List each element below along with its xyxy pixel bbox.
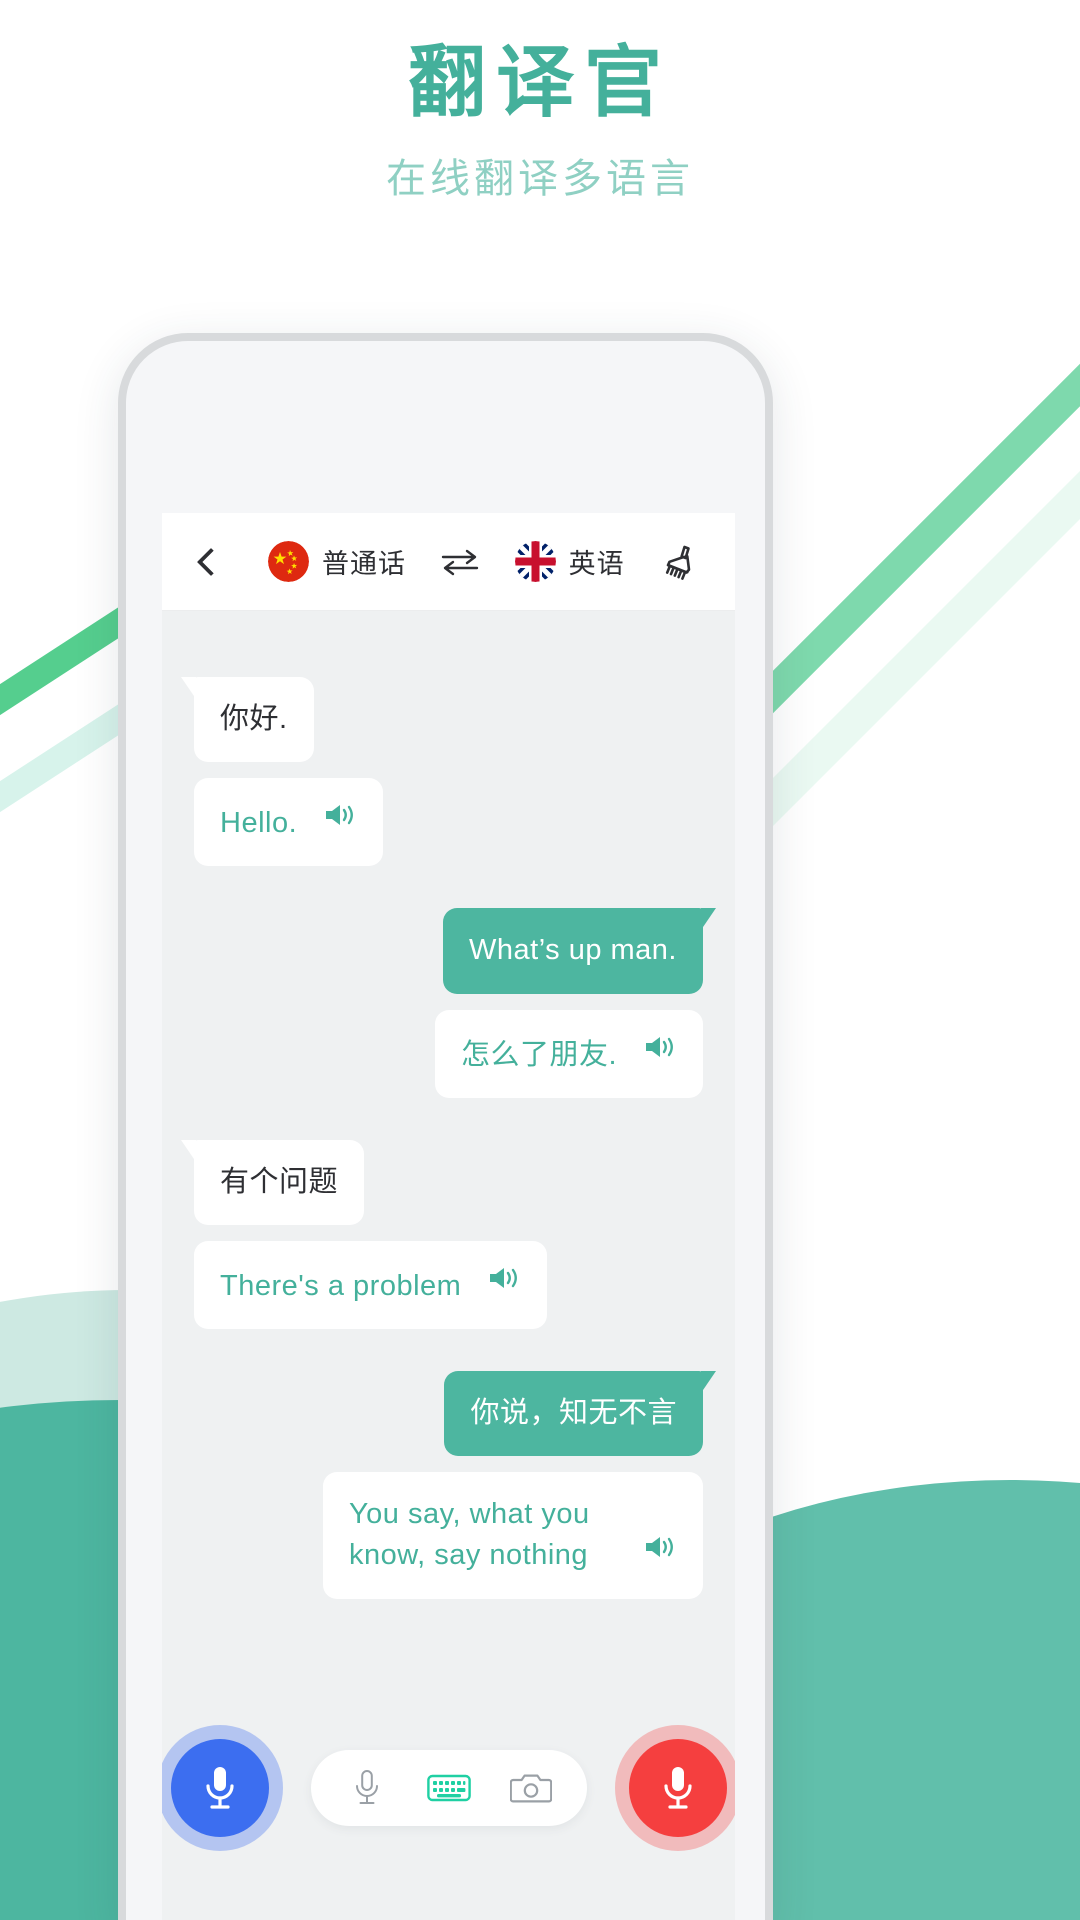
phone-power-button <box>770 626 773 726</box>
source-language-label: 普通话 <box>322 549 406 579</box>
source-bubble[interactable]: 你说，知无不言 <box>444 1371 716 1457</box>
translation-bubble[interactable]: Hello. <box>194 778 384 867</box>
swap-languages-button[interactable] <box>432 537 488 587</box>
translation-text: You say, what you know, say nothing <box>349 1498 590 1572</box>
source-bubble[interactable]: 有个问题 <box>180 1139 365 1225</box>
broom-icon <box>665 545 691 580</box>
message-group: What’s up man. 怎么了朋友. <box>194 908 716 1098</box>
message-group: 你好. Hello. <box>181 677 703 867</box>
phone-mockup: 普通话 英语 你好. Hello. What’s up man. 怎么了朋友. … <box>118 333 773 1920</box>
translation-bubble[interactable]: You say, what you know, say nothing <box>323 1472 703 1599</box>
input-mode-pill <box>310 1750 587 1826</box>
translation-bubble[interactable]: There's a problem <box>194 1240 548 1330</box>
hero-text-block: 翻译官 在线翻译多语言 <box>0 38 1080 204</box>
target-language-selector[interactable]: 英语 <box>514 541 625 582</box>
source-text: 你好. <box>220 703 288 735</box>
app-screen: 普通话 英语 你好. Hello. What’s up man. 怎么了朋友. … <box>162 513 735 1920</box>
message-group: 你说，知无不言 You say, what you know, say noth… <box>194 1371 716 1599</box>
translation-text: Hello. <box>220 807 298 840</box>
speaker-icon[interactable] <box>643 1032 677 1076</box>
chevron-left-icon <box>196 547 226 576</box>
keyboard-icon <box>426 1774 471 1802</box>
translation-bubble[interactable]: 怎么了朋友. <box>434 1009 703 1098</box>
china-flag-icon <box>268 541 309 582</box>
clear-chat-button[interactable] <box>651 533 709 591</box>
uk-flag-icon <box>514 541 556 582</box>
microphone-outline-icon <box>355 1770 378 1804</box>
page-subtitle: 在线翻译多语言 <box>386 156 694 201</box>
back-button[interactable] <box>188 532 234 592</box>
voice-input-button[interactable] <box>341 1762 393 1814</box>
source-bubble[interactable]: 你好. <box>181 677 314 763</box>
camera-input-button[interactable] <box>505 1762 557 1814</box>
phone-volume-down-button <box>118 761 121 876</box>
speaker-icon[interactable] <box>323 800 357 844</box>
record-source-button[interactable] <box>170 1739 269 1837</box>
camera-icon <box>509 1774 552 1803</box>
speaker-icon[interactable] <box>643 1532 677 1576</box>
app-topbar: 普通话 英语 <box>162 513 735 611</box>
source-text: 有个问题 <box>220 1165 339 1198</box>
record-target-button[interactable] <box>628 1739 727 1837</box>
source-text: What’s up man. <box>469 934 677 967</box>
phone-mute-switch <box>118 516 121 578</box>
microphone-icon <box>663 1767 692 1809</box>
phone-volume-up-button <box>118 623 121 738</box>
promo-screenshot: 翻译官 在线翻译多语言 普通话 英语 你好. Hello. What’s up … <box>0 0 1080 1920</box>
message-group: 有个问题 There's a problem <box>180 1139 703 1330</box>
speaker-icon[interactable] <box>487 1263 521 1307</box>
swap-arrows-icon <box>442 549 479 575</box>
source-bubble[interactable]: What’s up man. <box>443 908 716 994</box>
translation-text: 怎么了朋友. <box>460 1038 617 1071</box>
input-controls-bar <box>162 1739 735 1837</box>
target-language-label: 英语 <box>568 549 625 579</box>
chat-thread: 你好. Hello. What’s up man. 怎么了朋友. 有个问题 Th… <box>162 611 735 1641</box>
translation-text: There's a problem <box>220 1269 462 1302</box>
source-text: 你说，知无不言 <box>470 1397 677 1430</box>
page-title: 翻译官 <box>407 38 672 126</box>
microphone-icon <box>205 1767 234 1809</box>
keyboard-input-button[interactable] <box>423 1762 475 1814</box>
source-language-selector[interactable]: 普通话 <box>268 541 406 582</box>
